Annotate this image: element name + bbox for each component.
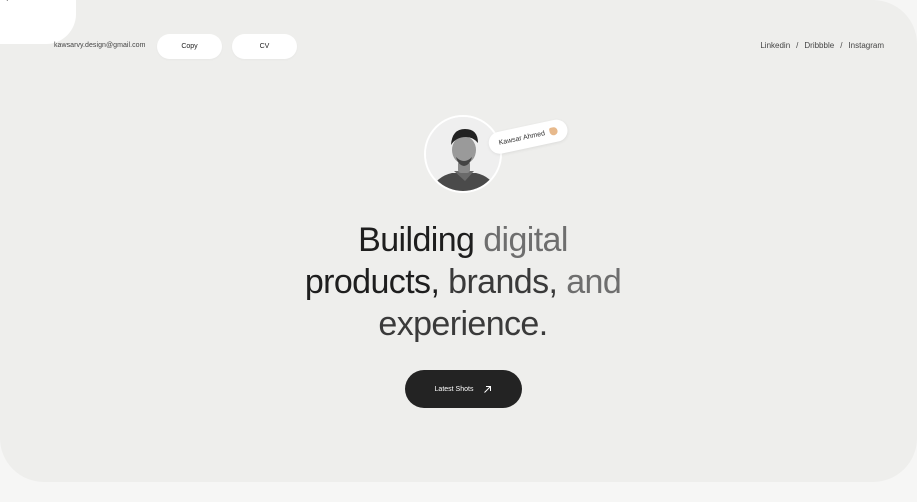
headline-word: products, [304,263,440,301]
hero-frame: kawsarvy.design@gmail.com Copy CV Linked… [0,0,917,482]
hero-headline: Building digital products, brands, and e… [258,219,668,345]
name-tag-label: Kawsar Ahmed [498,129,546,147]
instagram-link[interactable]: Instagram [848,40,884,52]
separator: / [840,41,843,50]
headline-line-2: products, brands, and [258,261,668,303]
corner-arrow-icon [6,0,8,1]
waving-hand-icon [548,126,559,137]
avatar [424,115,502,193]
corner-tab [0,0,76,44]
latest-shots-button[interactable]: Latest Shots [405,370,522,408]
headline-word: Building [358,221,475,259]
name-tag: Kawsar Ahmed [486,117,570,156]
headline-line-3: experience. [378,305,548,343]
headline-line-1: Building digital [258,219,668,261]
arrow-up-right-icon [484,385,492,393]
copy-email-button[interactable]: Copy [157,34,222,59]
portrait-image [426,117,500,191]
linkedin-link[interactable]: Linkedin [760,40,790,52]
email-address: kawsarvy.design@gmail.com [54,42,146,49]
cv-button[interactable]: CV [232,34,297,59]
social-links: Linkedin / Dribbble / Instagram [760,40,884,52]
separator: / [796,41,799,50]
headline-word: and [557,263,622,301]
headline-word: brands, [439,263,558,301]
dribbble-link[interactable]: Dribbble [804,40,834,52]
headline-word: digital [474,221,568,259]
latest-shots-label: Latest Shots [434,385,474,393]
